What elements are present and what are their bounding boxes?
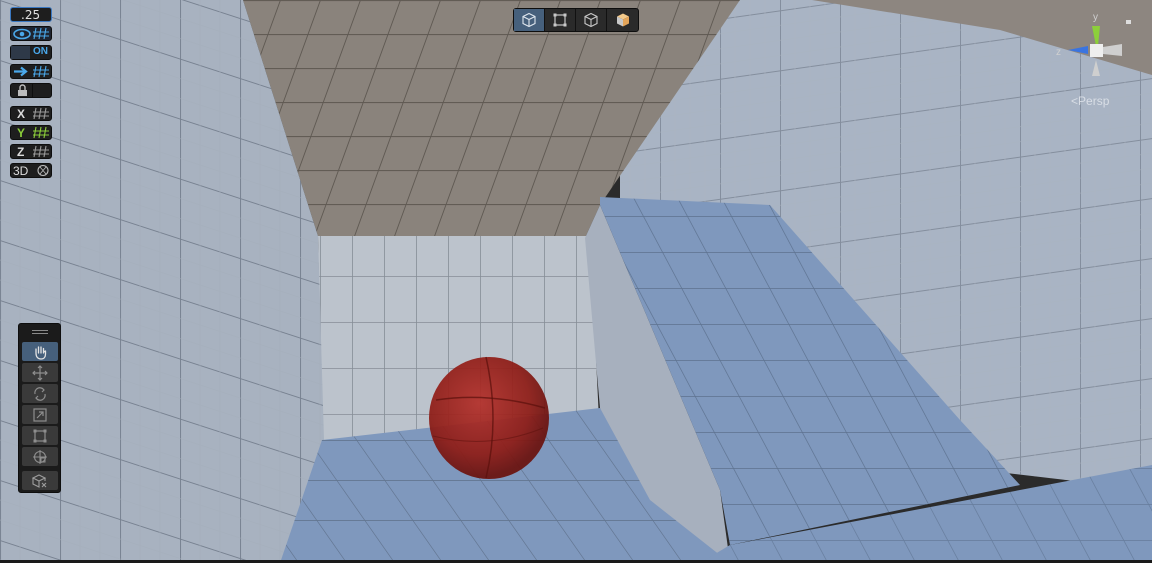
arrow-grid-icon <box>14 65 49 78</box>
transform-icon <box>33 449 47 464</box>
move-icon <box>32 364 48 381</box>
tool-rect[interactable] <box>22 426 58 445</box>
gizmo-y-cone[interactable] <box>1092 26 1100 46</box>
gizmo-center-cube[interactable] <box>1090 44 1103 57</box>
cube-solid-icon <box>616 13 629 27</box>
eye-grid-icon <box>13 27 49 40</box>
rotate-icon <box>34 386 46 401</box>
view-button-rect[interactable] <box>545 9 576 31</box>
tool-hand[interactable] <box>22 342 58 361</box>
scene-render[interactable] <box>0 0 1152 563</box>
move-snap-toggle[interactable] <box>10 64 52 79</box>
increment-value: .25 <box>21 8 41 22</box>
tool-transform[interactable] <box>22 447 58 466</box>
toggle-knob <box>11 46 30 59</box>
cube-wireframe-icon <box>522 12 536 28</box>
tools-panel-handle[interactable] <box>32 330 48 331</box>
tool-rotate[interactable] <box>22 384 58 403</box>
hand-icon <box>35 345 47 360</box>
scene-gizmo[interactable]: y z <box>1052 8 1142 88</box>
grid-y-icon <box>33 126 49 139</box>
back-arrow-icon: < <box>1071 94 1079 108</box>
gizmo-z-label: z <box>1056 47 1061 58</box>
tool-move[interactable] <box>22 363 58 382</box>
tool-scale[interactable] <box>22 405 58 424</box>
grid-x-icon <box>33 107 49 120</box>
view-button-wireframe[interactable] <box>514 9 545 31</box>
axis-x-toggle[interactable]: X <box>10 106 52 121</box>
gizmo-z-cone[interactable] <box>1068 46 1088 54</box>
tools-panel <box>18 323 61 493</box>
rect-select-icon <box>553 13 567 27</box>
grid-visibility-toggle[interactable] <box>10 26 52 41</box>
custom-tool-icon <box>32 473 47 488</box>
view-button-solid[interactable] <box>607 9 638 31</box>
lock-icon <box>18 84 33 97</box>
gizmo-lock-marker[interactable] <box>1126 20 1131 24</box>
view-toolbar <box>513 8 639 32</box>
scene-viewport[interactable]: .25 ON X Y Z 3D y z <Persp <box>0 0 1152 563</box>
view-button-outline[interactable] <box>576 9 607 31</box>
cube-outline-icon <box>584 12 598 28</box>
scale-icon <box>33 407 47 422</box>
tool-custom[interactable] <box>22 471 58 490</box>
sphere-grid-icon <box>37 164 49 177</box>
rect-transform-icon <box>33 429 47 442</box>
lock-toggle[interactable] <box>10 83 52 98</box>
toggle-label: ON <box>33 46 48 57</box>
projection-toggle[interactable]: <Persp <box>1071 94 1109 108</box>
projection-label: Persp <box>1078 94 1110 108</box>
gizmo-x-cone[interactable] <box>1103 44 1122 56</box>
axis-y-toggle[interactable]: Y <box>10 125 52 140</box>
gizmo-neg-y-cone[interactable] <box>1092 60 1100 76</box>
snap-on-toggle[interactable]: ON <box>10 45 52 60</box>
grid-z-icon <box>33 145 49 158</box>
gizmo-y-label: y <box>1093 12 1098 23</box>
axis-z-toggle[interactable]: Z <box>10 144 52 159</box>
mode-3d-toggle[interactable]: 3D <box>10 163 52 178</box>
increment-field[interactable]: .25 <box>10 7 52 22</box>
